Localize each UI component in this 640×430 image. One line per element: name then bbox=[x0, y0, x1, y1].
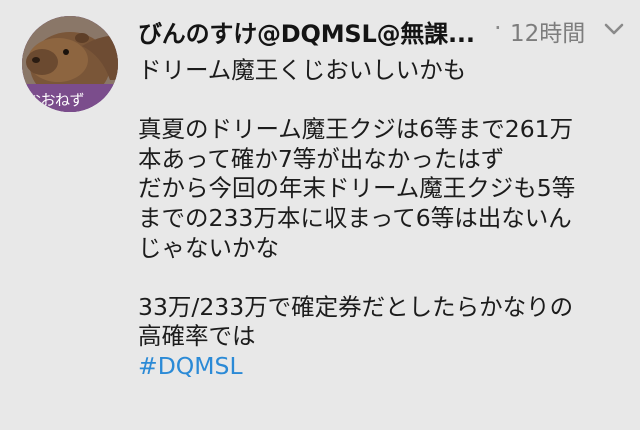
tweet-line: 33万/233万で確定券だとしたらかなりの bbox=[138, 292, 574, 321]
tweet-line bbox=[138, 263, 630, 293]
chevron-down-icon[interactable] bbox=[602, 20, 626, 38]
tweet-line: ドリーム魔王くじおいしいかも bbox=[138, 56, 467, 84]
tweet-line: だから今回の年末ドリーム魔王クジも5等 bbox=[138, 174, 576, 203]
separator-dot: · bbox=[494, 14, 502, 42]
tweet-card: おおねず びんのすけ@DQMSL@無課... · 12時間 ドリーム魔王くじおい… bbox=[0, 0, 640, 430]
tweet-line: 高確率では bbox=[138, 322, 256, 351]
tweet-line: 真夏のドリーム魔王クジは6等まで261万 bbox=[138, 115, 574, 144]
tweet-header: びんのすけ@DQMSL@無課... · 12時間 bbox=[138, 14, 630, 48]
tweet-body: ドリーム魔王くじおいしいかも 真夏のドリーム魔王クジは6等まで261万 本あって… bbox=[138, 56, 630, 382]
tweet-line: 本あって確か7等が出なかったはず bbox=[138, 144, 505, 173]
avatar-caption: おおねず bbox=[26, 91, 85, 109]
tweet-line bbox=[138, 86, 630, 116]
hashtag-link[interactable]: #DQMSL bbox=[138, 352, 630, 382]
author-name[interactable]: びんのすけ@DQMSL@無課... bbox=[138, 14, 475, 49]
tweet-line: じゃないかな bbox=[138, 233, 279, 262]
timestamp[interactable]: 12時間 bbox=[510, 14, 585, 48]
tweet-line: までの233万本に収まって6等は出ないん bbox=[138, 203, 572, 232]
avatar[interactable]: おおねず bbox=[22, 16, 118, 112]
